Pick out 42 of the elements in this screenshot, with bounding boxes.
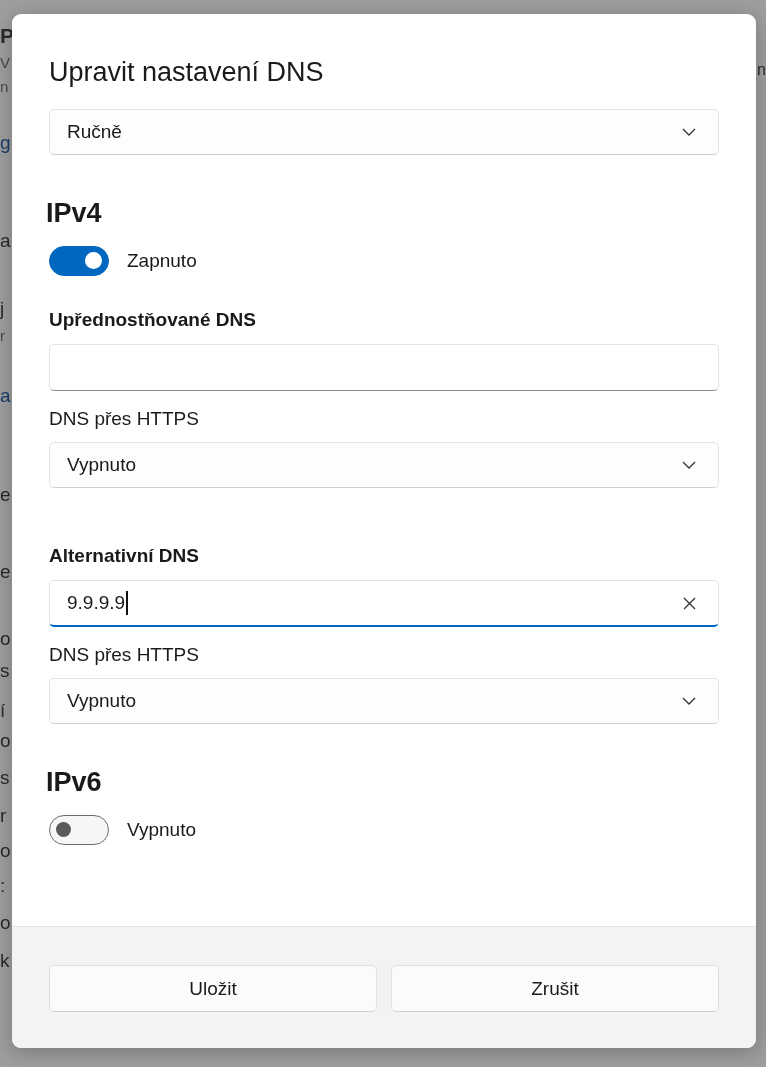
dialog-button[interactable]: Uložit — [49, 965, 377, 1012]
field-label: DNS přes HTTPS — [49, 408, 200, 430]
section-heading: IPv6 — [46, 766, 103, 798]
chevron-down-icon — [682, 128, 696, 136]
background-text: : — [0, 875, 6, 897]
background-text: r — [0, 805, 7, 827]
https-dropdown[interactable]: Vypnuto — [49, 442, 719, 488]
toggle-label: Zapnuto — [127, 250, 197, 272]
dns-input-field[interactable]: 9.9.9.9 — [49, 580, 719, 627]
background-text: o — [0, 840, 11, 862]
background-text: n — [757, 60, 766, 80]
background-text: o — [0, 628, 11, 650]
background-text: o — [0, 730, 11, 752]
https-dropdown[interactable]: Vypnuto — [49, 678, 719, 724]
background-text: o — [0, 912, 11, 934]
section-heading: IPv4 — [46, 197, 103, 229]
dialog-button[interactable]: Zrušit — [391, 965, 719, 1012]
dialog-title: Upravit nastavení DNS — [49, 56, 325, 88]
background-text: a — [0, 385, 11, 407]
background-text: V — [0, 53, 10, 73]
background-text: e — [0, 484, 11, 506]
field-label: Upřednostňované DNS — [49, 309, 257, 331]
chevron-down-icon — [682, 461, 696, 469]
background-text: g — [0, 132, 11, 154]
field-label: Alternativní DNS — [49, 545, 200, 567]
field-label: DNS přes HTTPS — [49, 644, 200, 666]
background-text: a — [0, 230, 11, 252]
mode-dropdown[interactable]: Ručně — [49, 109, 719, 155]
toggle-switch[interactable] — [49, 815, 109, 845]
background-text: s — [0, 767, 10, 789]
clear-icon[interactable] — [683, 597, 696, 610]
background-text: s — [0, 660, 10, 682]
background-text: r — [0, 326, 5, 346]
background-text: k — [0, 950, 10, 972]
toggle-switch[interactable] — [49, 246, 109, 276]
background-text: j — [0, 298, 5, 320]
background-text: í — [0, 700, 6, 722]
background-text: e — [0, 561, 11, 583]
background-text: n — [0, 77, 9, 97]
chevron-down-icon — [682, 697, 696, 705]
toggle-label: Vypnuto — [127, 819, 196, 841]
dns-input-field[interactable] — [49, 344, 719, 391]
